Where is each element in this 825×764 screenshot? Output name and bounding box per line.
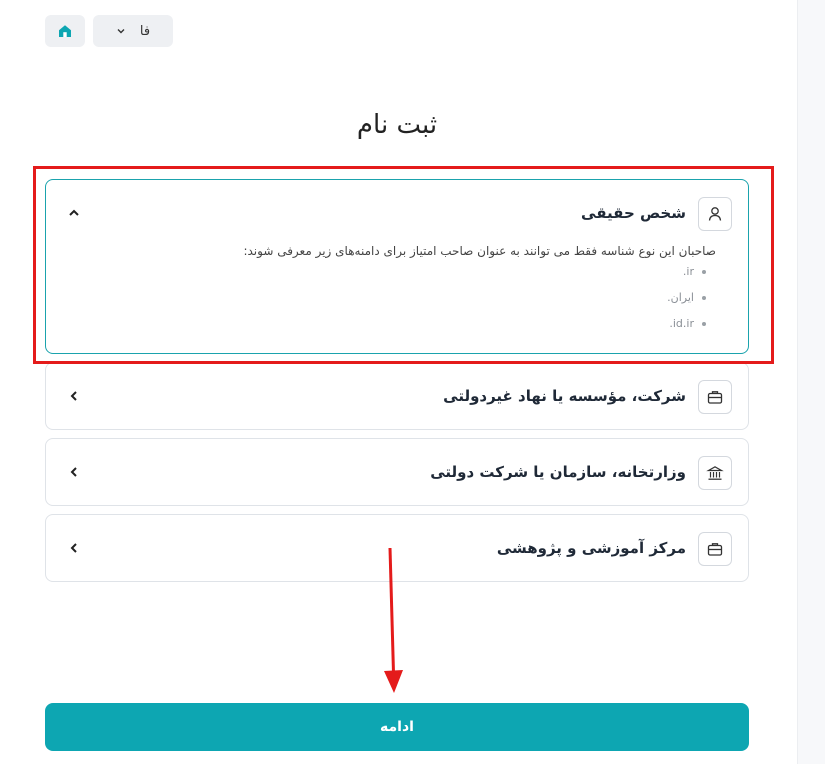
card-header[interactable]: وزارتخانه، سازمان یا شرکت دولتی	[46, 439, 748, 505]
language-label: فا	[139, 23, 151, 39]
home-button[interactable]	[45, 15, 85, 47]
language-selector[interactable]: فا	[93, 15, 173, 47]
continue-button[interactable]: ادامه	[45, 703, 749, 751]
card-government-organization[interactable]: وزارتخانه، سازمان یا شرکت دولتی	[45, 438, 749, 506]
briefcase-icon	[698, 532, 732, 566]
right-side-panel	[797, 0, 825, 764]
annotation-arrow	[384, 547, 403, 693]
chevron-left-icon[interactable]	[66, 388, 82, 404]
annotation-highlight-box	[33, 166, 774, 364]
chevron-left-icon[interactable]	[66, 540, 82, 556]
chevron-down-icon	[117, 29, 125, 34]
card-title: مرکز آموزشی و پژوهشی	[496, 539, 686, 557]
chevron-left-icon[interactable]	[66, 464, 82, 480]
card-header[interactable]: شرکت، مؤسسه یا نهاد غیردولتی	[46, 363, 748, 429]
card-nongovernmental-organization[interactable]: شرکت، مؤسسه یا نهاد غیردولتی	[45, 362, 749, 430]
card-title: شرکت، مؤسسه یا نهاد غیردولتی	[443, 387, 686, 405]
card-title: وزارتخانه، سازمان یا شرکت دولتی	[430, 463, 686, 481]
briefcase-icon	[698, 380, 732, 414]
page-title: ثبت نام	[356, 110, 438, 140]
home-icon	[59, 25, 71, 37]
bank-icon	[698, 456, 732, 490]
page: فا ثبت نام شخص حقیقی صاحبان این نوع شناس…	[0, 0, 825, 764]
